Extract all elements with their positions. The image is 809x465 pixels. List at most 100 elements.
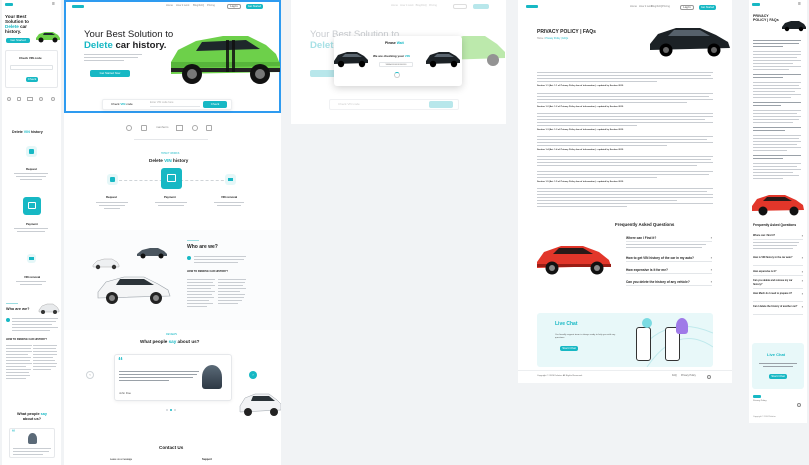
footer-faq-link[interactable]: FAQ <box>672 374 677 378</box>
mobile-remove-text-line <box>6 357 31 358</box>
mobile-remove-text-line <box>33 354 57 355</box>
payment-icon[interactable] <box>23 197 41 215</box>
mobile-faq-item[interactable]: How is VIN history in the car auto? › <box>753 256 803 266</box>
faq-item[interactable]: How expensive is it for me? › <box>626 266 712 274</box>
copart-logo <box>126 125 132 131</box>
hamburger-menu-icon[interactable]: ≡ <box>798 1 801 8</box>
carousel-prev-button[interactable]: ‹ <box>86 371 94 379</box>
policy-nav-pricing[interactable]: Pricing <box>662 5 670 9</box>
mobile-partner-logos <box>7 96 57 104</box>
mobile-say-title: What people say about us? <box>17 412 47 421</box>
payment-icon[interactable] <box>161 168 182 189</box>
partner-logo-icon <box>17 97 21 101</box>
faq-red-car-image <box>535 236 613 281</box>
mobile-how-title: Delete VIN history <box>12 130 43 134</box>
mobile-remove-text-line <box>33 366 56 367</box>
faq-title: Frequently Asked Questions <box>615 222 675 227</box>
manheim-logo: manheim <box>156 125 169 129</box>
chevron-down-icon: › <box>801 233 803 238</box>
chevron-down-icon: › <box>801 255 803 260</box>
policy-login-button[interactable]: Log In <box>680 5 694 10</box>
nav-home[interactable]: Home <box>166 4 173 8</box>
how-eyebrow: HOW IT WORKS <box>161 152 180 155</box>
policy-breadcrumb[interactable]: Home / Privacy Policy | FAQs <box>537 37 568 41</box>
modal-vin-code: WBA0000000000000 <box>379 62 413 67</box>
mobile-faq-item[interactable]: Can I delete the history of another car?… <box>753 305 803 315</box>
mobile-vin-check-button[interactable]: Check <box>26 77 38 82</box>
carousel-dots[interactable] <box>166 409 178 412</box>
mobile-who-text-line <box>12 327 58 328</box>
mobile-get-started-button[interactable]: Get Started <box>6 38 30 43</box>
partner-logo <box>192 125 198 131</box>
nav-pricing[interactable]: Pricing <box>207 4 215 8</box>
policy-section-heading: Section 1.5 (Art. 1.5 of Privacy Policy … <box>537 181 624 183</box>
contact-support-label: Support <box>202 458 212 461</box>
mobile-remove-text-line <box>6 366 26 367</box>
site-logo[interactable] <box>72 5 84 8</box>
policy-title: PRIVACY POLICY | FAQs <box>537 29 596 35</box>
get-started-now-button[interactable]: Get Started Now <box>90 70 130 77</box>
faded-vin-label: Check VIN code <box>338 102 360 106</box>
mobile-footer-privacy-link[interactable]: Privacy Policy <box>753 400 767 403</box>
nav-blog[interactable]: Blog/FAQ <box>193 4 204 8</box>
mobile-faq-item[interactable]: How Much do I need to prepare it? › <box>753 292 803 302</box>
mobile-vin-input[interactable] <box>10 65 53 70</box>
policy-logo[interactable] <box>526 5 538 8</box>
faded-vin-check-button <box>429 101 453 108</box>
testimonial-car-image <box>239 388 281 423</box>
policy-signup-button[interactable]: Get Started <box>699 5 716 10</box>
mobile-policy-logo[interactable] <box>752 3 760 6</box>
mobile-faq-item[interactable]: Where can I find it? › <box>753 232 803 240</box>
mobile-livechat-button[interactable]: Start Chat <box>769 374 787 379</box>
hero-title-delete: Delete <box>84 40 113 51</box>
mobile-faq-item[interactable]: How expensive is it? › <box>753 268 803 276</box>
language-globe-icon[interactable] <box>797 403 801 407</box>
mobile-step-text-line <box>14 228 48 229</box>
hero-title-line1: Your Best Solution to <box>84 29 174 40</box>
testimonials-title: What people say about us? <box>140 339 200 344</box>
nav-how-it-work[interactable]: How it work <box>176 4 189 8</box>
mobile-footer-logo[interactable] <box>753 395 761 398</box>
mobile-faq-title: Frequently Asked Questions <box>753 223 797 227</box>
login-button[interactable]: Log In <box>227 4 241 9</box>
hero-title-line2: Delete car history. <box>84 40 167 51</box>
faq-item[interactable]: How to get VIN history of the car in my … <box>626 254 712 262</box>
mobile-policy-red-car-image <box>751 188 805 223</box>
mobile-step-vin-removal-title: VIN removal <box>24 275 41 279</box>
mobile-eyebrow-line <box>6 303 18 304</box>
policy-nav-home[interactable]: Home <box>630 5 637 9</box>
livechat-start-button[interactable]: Start Chat <box>560 346 578 351</box>
footer-privacy-link[interactable]: Privacy Policy <box>681 374 696 378</box>
vin-input[interactable]: Enter VIN code here <box>150 101 200 107</box>
who-eyebrow-line <box>187 240 199 241</box>
faded-signup-button <box>473 4 489 9</box>
partner-logo-icon <box>27 97 33 101</box>
mobile-logo[interactable] <box>5 3 13 6</box>
hero-green-car-image <box>168 18 281 95</box>
signup-button[interactable]: Get Started <box>246 4 263 9</box>
chevron-down-icon: › <box>801 304 803 309</box>
vin-check-button[interactable]: Check <box>203 101 227 108</box>
mobile-who-text-line <box>12 324 52 325</box>
mobile-faq-item[interactable]: Can you delete and remove my car history… <box>753 279 803 289</box>
contact-title: Contact Us <box>159 445 184 450</box>
hamburger-menu-icon[interactable]: ≡ <box>52 1 55 8</box>
faq-item[interactable]: Can you delete the history of any vehicl… <box>626 278 712 286</box>
who-car-image-dark <box>136 244 168 265</box>
loading-modal-panel: Home How it work Blog/FAQ Pricing Your B… <box>291 0 506 124</box>
policy-nav-blog[interactable]: Blog/FAQ <box>651 5 662 9</box>
testimonial-avatar <box>202 365 222 389</box>
hero-title: Your Best Solution to Delete car history… <box>84 29 173 51</box>
mobile-who-text-line <box>12 321 56 322</box>
carousel-next-button[interactable]: › <box>249 371 257 379</box>
mobile-policy-title: PRIVACY POLICY | FAQs <box>753 14 779 23</box>
mobile-remove-text-line <box>6 360 30 361</box>
language-globe-icon[interactable] <box>707 375 711 379</box>
mobile-hero-title: Your Best Solution to Delete car history… <box>5 14 29 34</box>
mobile-who-text-line <box>12 318 58 319</box>
faq-item[interactable]: Where can I Find it? › <box>626 234 712 242</box>
mobile-step-payment-title: Payment <box>26 222 38 226</box>
livechat-title: Live Chat <box>555 321 578 327</box>
mobile-remove-text-line <box>6 378 26 379</box>
divider <box>134 139 208 140</box>
